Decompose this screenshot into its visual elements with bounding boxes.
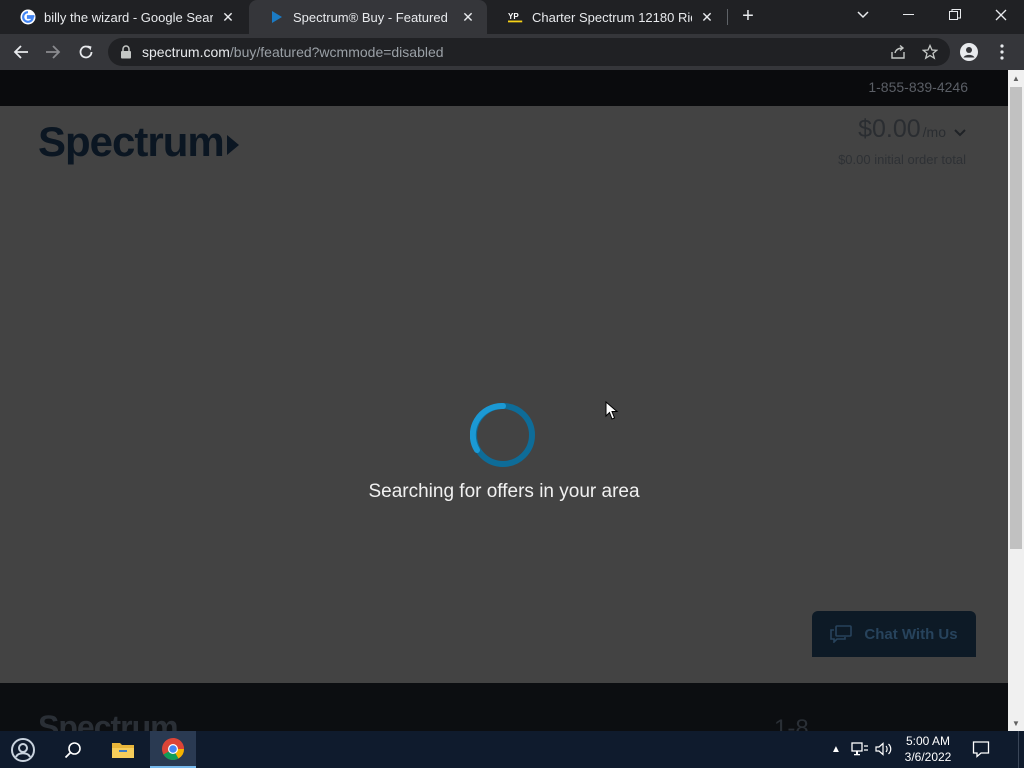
network-icon[interactable]	[851, 740, 869, 758]
profile-icon[interactable]	[956, 39, 982, 65]
order-total-text: $0.00 initial order total	[838, 152, 966, 167]
browser-toolbar: spectrum.com/buy/featured?wcmmode=disabl…	[0, 34, 1024, 70]
page-scrollbar[interactable]: ▲ ▼	[1008, 70, 1024, 731]
tab-spectrum-buy[interactable]: Spectrum® Buy - Featured ✕	[249, 0, 487, 34]
volume-icon[interactable]	[875, 740, 893, 758]
action-center-icon[interactable]	[972, 740, 990, 758]
tab-google-search[interactable]: billy the wizard - Google Search ✕	[0, 0, 247, 34]
bookmark-star-icon[interactable]	[920, 42, 940, 62]
tab-title: Spectrum® Buy - Featured	[293, 9, 448, 25]
tab-title: Charter Spectrum 12180 Ridgecr	[532, 9, 692, 25]
footer-phone-number: 1-8	[774, 715, 809, 731]
share-icon[interactable]	[888, 42, 908, 62]
system-clock[interactable]: 5:00 AM 3/6/2022	[892, 733, 964, 765]
minimize-button[interactable]	[886, 0, 932, 30]
chat-label: Chat With Us	[864, 625, 958, 643]
forward-button[interactable]	[40, 39, 66, 65]
svg-text:YP: YP	[508, 12, 519, 21]
scroll-down-arrow-icon[interactable]: ▼	[1008, 715, 1024, 731]
spectrum-logo[interactable]: Spectrum	[38, 118, 239, 166]
footer-logo: Spectrum	[38, 709, 179, 731]
address-bar[interactable]: spectrum.com/buy/featured?wcmmode=disabl…	[108, 38, 950, 66]
close-tab-icon[interactable]: ✕	[698, 8, 716, 26]
chrome-taskbar-icon[interactable]	[150, 731, 196, 768]
restore-button[interactable]	[932, 0, 978, 30]
show-desktop-button[interactable]	[1018, 731, 1024, 768]
yp-icon: YP	[508, 9, 524, 25]
logo-play-icon	[226, 135, 239, 155]
url-text: spectrum.com/buy/featured?wcmmode=disabl…	[142, 44, 444, 60]
search-icon[interactable]	[50, 731, 96, 768]
lock-icon[interactable]	[120, 45, 132, 59]
tab-title: billy the wizard - Google Search	[44, 9, 213, 25]
close-tab-icon[interactable]: ✕	[459, 8, 477, 26]
chevron-down-icon[interactable]	[954, 124, 966, 140]
mouse-cursor-icon	[605, 401, 619, 420]
loading-message: Searching for offers in your area	[368, 481, 640, 502]
tray-chevron-up-icon[interactable]: ▲	[827, 740, 845, 758]
back-button[interactable]	[8, 39, 34, 65]
clock-time: 5:00 AM	[905, 734, 951, 748]
reload-button[interactable]	[73, 39, 99, 65]
price-amount: $0.00	[858, 115, 921, 143]
loading-spinner-icon	[470, 402, 535, 467]
spectrum-play-icon	[269, 9, 285, 25]
google-icon	[20, 9, 36, 25]
scrollbar-thumb[interactable]	[1010, 87, 1022, 549]
utility-bar: 1-855-839-4246	[0, 70, 1008, 106]
cart-price-summary[interactable]: $0.00 /mo	[858, 115, 966, 144]
scroll-up-arrow-icon[interactable]: ▲	[1008, 70, 1024, 86]
tab-separator	[727, 9, 728, 25]
price-period: /mo	[922, 124, 946, 140]
chat-with-us-button[interactable]: Chat With Us	[812, 611, 976, 657]
menu-kebab-icon[interactable]	[989, 39, 1015, 65]
page-footer: Spectrum 1-8	[0, 683, 1008, 731]
phone-number-link[interactable]: 1-855-839-4246	[868, 79, 968, 95]
windows-taskbar: ▲ 5:00 AM 3/6/2022	[0, 731, 1024, 768]
start-button[interactable]	[0, 731, 46, 768]
tab-search-chevron-icon[interactable]	[840, 0, 886, 30]
close-tab-icon[interactable]: ✕	[219, 8, 237, 26]
new-tab-button[interactable]: +	[736, 6, 760, 28]
tab-charter-spectrum[interactable]: YP Charter Spectrum 12180 Ridgecr ✕	[488, 0, 726, 34]
tab-strip: billy the wizard - Google Search ✕ Spect…	[0, 0, 1024, 34]
clock-date: 3/6/2022	[904, 750, 952, 764]
close-window-button[interactable]	[978, 0, 1024, 30]
file-explorer-icon[interactable]	[100, 731, 146, 768]
chat-bubble-icon	[830, 625, 853, 644]
